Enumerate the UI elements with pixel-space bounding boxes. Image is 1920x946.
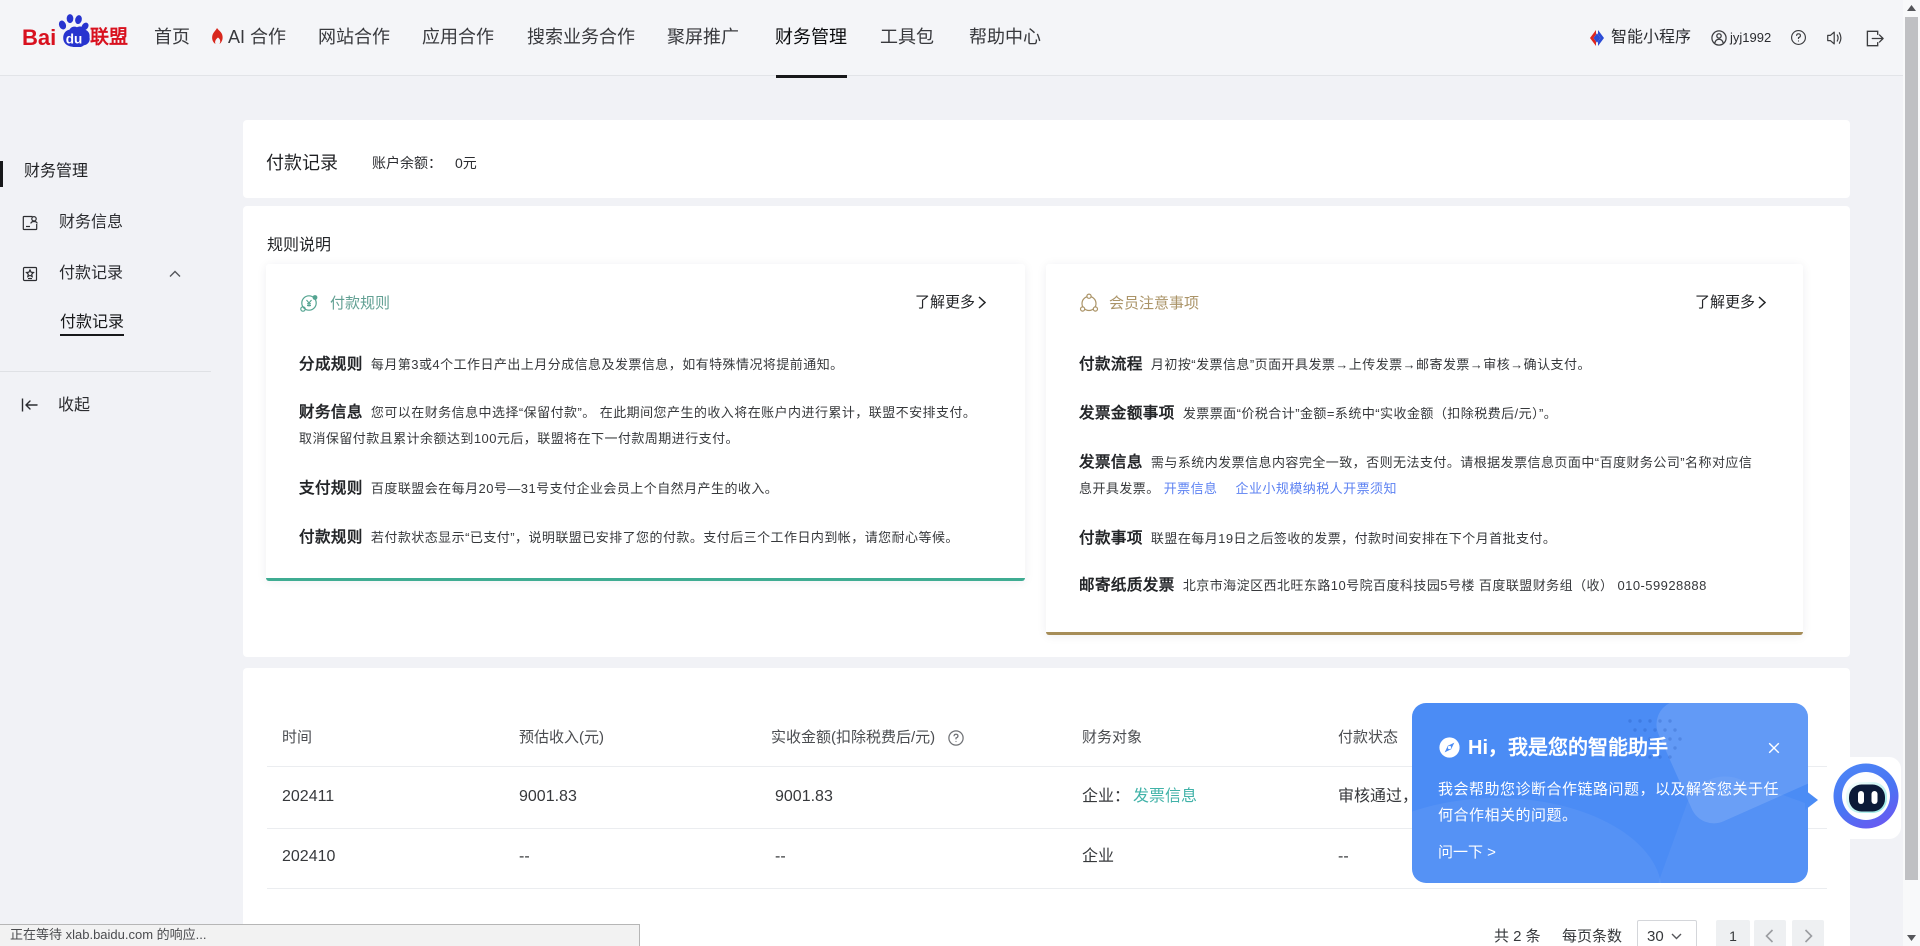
svg-text:du: du bbox=[66, 32, 83, 47]
